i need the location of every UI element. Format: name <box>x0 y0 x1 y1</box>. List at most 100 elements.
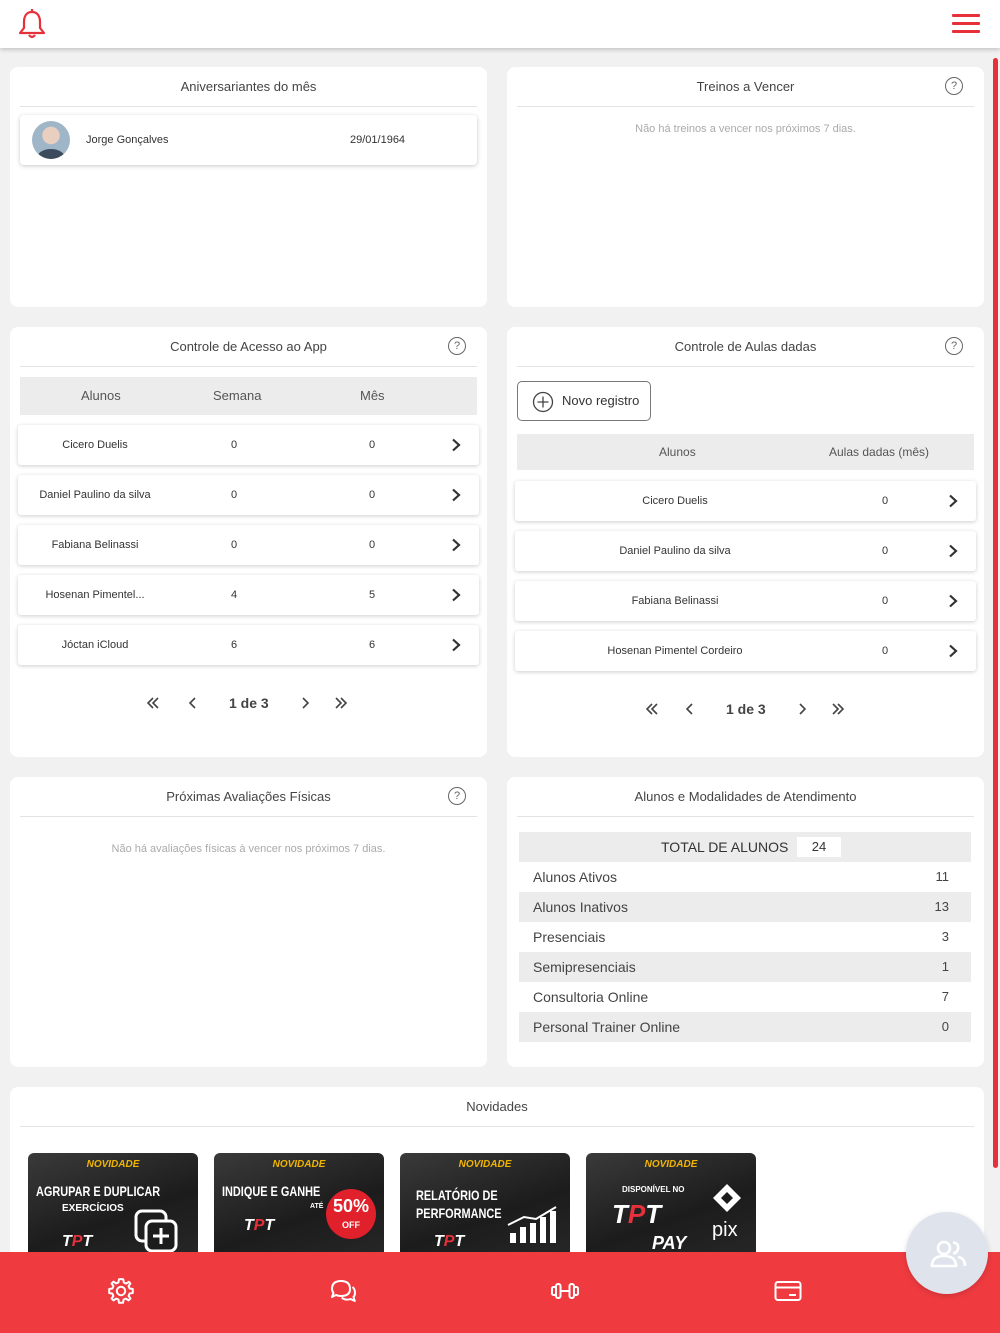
week-count: 0 <box>230 539 238 551</box>
tpt-logo: TPT <box>434 1233 465 1250</box>
discount-badge: 50% OFF <box>326 1189 376 1239</box>
table-row[interactable]: Fabiana Belinassi 0 0 <box>18 525 479 565</box>
chat-icon[interactable] <box>328 1276 358 1306</box>
summary-label: Presenciais <box>533 929 606 945</box>
summary-label: Semipresenciais <box>533 959 636 975</box>
students-summary-title: Alunos e Modalidades de Atendimento <box>517 777 974 817</box>
news-card-subtitle: EXERCÍCIOS <box>62 1203 124 1214</box>
first-page-icon[interactable] <box>645 702 659 716</box>
chevron-right-icon <box>949 644 958 658</box>
first-page-icon[interactable] <box>146 696 160 710</box>
app-access-card: Controle de Acesso ao App ? Alunos Seman… <box>10 327 487 757</box>
next-page-icon[interactable] <box>795 702 809 716</box>
table-header: Alunos Aulas dadas (mês) <box>517 434 974 470</box>
last-page-icon[interactable] <box>334 696 348 710</box>
news-card-item[interactable]: NOVIDADE INDIQUE E GANHE ATÉ 50% OFF TPT <box>214 1153 384 1253</box>
summary-value: 0 <box>941 1019 949 1034</box>
week-count: 0 <box>230 489 238 501</box>
dumbbell-icon[interactable] <box>550 1276 580 1306</box>
summary-value: 3 <box>941 929 949 944</box>
classes-given-card: Controle de Aulas dadas ? Novo registro … <box>507 327 984 757</box>
prev-page-icon[interactable] <box>683 702 697 716</box>
new-record-button[interactable]: Novo registro <box>517 381 651 421</box>
plus-circle-icon <box>532 391 554 413</box>
summary-row: Presenciais 3 <box>519 922 971 952</box>
birthday-row[interactable]: Jorge Gonçalves 29/01/1964 <box>20 115 477 165</box>
summary-value: 1 <box>941 959 949 974</box>
news-card-title: INDIQUE E GANHE <box>222 1183 321 1199</box>
hamburger-menu-icon[interactable] <box>952 14 980 34</box>
help-icon[interactable]: ? <box>448 337 466 355</box>
help-icon[interactable]: ? <box>945 77 963 95</box>
news-card-subtitle: ATÉ <box>310 1203 324 1210</box>
pagination: 1 de 3 <box>146 688 356 718</box>
help-icon[interactable]: ? <box>945 337 963 355</box>
next-page-icon[interactable] <box>298 696 312 710</box>
table-row[interactable]: Jóctan iCloud 6 6 <box>18 625 479 665</box>
prev-page-icon[interactable] <box>186 696 200 710</box>
news-title: Novidades <box>20 1087 974 1127</box>
class-count: 0 <box>881 495 889 507</box>
month-count: 6 <box>368 639 376 651</box>
class-count: 0 <box>881 545 889 557</box>
chevron-right-icon <box>949 594 958 608</box>
bar-chart-icon <box>507 1206 557 1243</box>
student-name: Hosenan Pimentel Cordeiro <box>607 645 743 657</box>
column-header: Aulas dadas (mês) <box>829 445 930 459</box>
summary-value: 11 <box>935 869 950 884</box>
assessments-title: Próximas Avaliações Físicas <box>20 777 477 817</box>
bell-icon[interactable] <box>16 8 48 40</box>
pay-label: PAY <box>652 1233 687 1253</box>
class-count: 0 <box>881 645 889 657</box>
users-fab-button[interactable] <box>906 1212 988 1294</box>
tpt-logo: TPT <box>62 1233 93 1250</box>
news-card-title-2: PERFORMANCE <box>416 1205 502 1221</box>
app-access-title: Controle de Acesso ao App <box>20 327 477 367</box>
table-row[interactable]: Fabiana Belinassi 0 <box>515 581 976 621</box>
pix-label: pix <box>712 1219 738 1241</box>
expiring-workouts-card: Treinos a Vencer ? Não há treinos a venc… <box>507 67 984 307</box>
total-students-row: TOTAL DE ALUNOS 24 <box>519 832 971 862</box>
table-row[interactable]: Cicero Duelis 0 0 <box>18 425 479 465</box>
student-name: Cicero Duelis <box>642 495 708 507</box>
scrollbar[interactable] <box>993 58 998 1168</box>
last-page-icon[interactable] <box>831 702 845 716</box>
summary-value: 13 <box>934 899 949 914</box>
table-row[interactable]: Daniel Paulino da silva 0 <box>515 531 976 571</box>
chevron-right-icon <box>452 638 461 652</box>
chevron-right-icon <box>949 544 958 558</box>
total-students-value: 24 <box>797 837 841 857</box>
bottom-nav <box>0 1252 1000 1333</box>
news-card-item[interactable]: NOVIDADE DISPONÍVEL NO TPT PAY pix <box>586 1153 756 1253</box>
pagination: 1 de 3 <box>643 694 853 724</box>
table-header: Alunos Semana Mês <box>20 377 477 415</box>
week-count: 0 <box>230 439 238 451</box>
table-row[interactable]: Daniel Paulino da silva 0 0 <box>18 475 479 515</box>
summary-row: Alunos Inativos 13 <box>519 892 971 922</box>
week-count: 6 <box>230 639 238 651</box>
tpt-logo: TPT <box>244 1217 275 1234</box>
total-students-label: TOTAL DE ALUNOS <box>661 839 789 855</box>
table-row[interactable]: Cicero Duelis 0 <box>515 481 976 521</box>
table-row[interactable]: Hosenan Pimentel Cordeiro 0 <box>515 631 976 671</box>
student-name: Cicero Duelis <box>62 439 128 451</box>
credit-card-icon[interactable] <box>773 1276 803 1306</box>
tpt-logo: TPT <box>612 1199 662 1229</box>
month-count: 5 <box>368 589 376 601</box>
chevron-right-icon <box>452 538 461 552</box>
page-indicator: 1 de 3 <box>726 701 766 717</box>
summary-row: Alunos Ativos 11 <box>519 862 971 892</box>
news-card-item[interactable]: NOVIDADE AGRUPAR E DUPLICAR EXERCÍCIOS T… <box>28 1153 198 1253</box>
help-icon[interactable]: ? <box>448 787 466 805</box>
students-summary-card: Alunos e Modalidades de Atendimento TOTA… <box>507 777 984 1067</box>
week-count: 4 <box>230 589 238 601</box>
summary-value: 7 <box>941 989 949 1004</box>
students-summary-table: TOTAL DE ALUNOS 24 Alunos Ativos 11 Alunos… <box>519 832 971 1042</box>
news-card-title: DISPONÍVEL NO <box>622 1185 685 1194</box>
table-row[interactable]: Hosenan Pimentel... 4 5 <box>18 575 479 615</box>
student-name: Daniel Paulino da silva <box>39 489 151 501</box>
gear-icon[interactable] <box>106 1276 136 1306</box>
student-name: Fabiana Belinassi <box>631 595 719 607</box>
news-card-item[interactable]: NOVIDADE RELATÓRIO DE PERFORMANCE TPT <box>400 1153 570 1253</box>
empty-message: Não há treinos a vencer nos próximos 7 d… <box>635 123 856 135</box>
